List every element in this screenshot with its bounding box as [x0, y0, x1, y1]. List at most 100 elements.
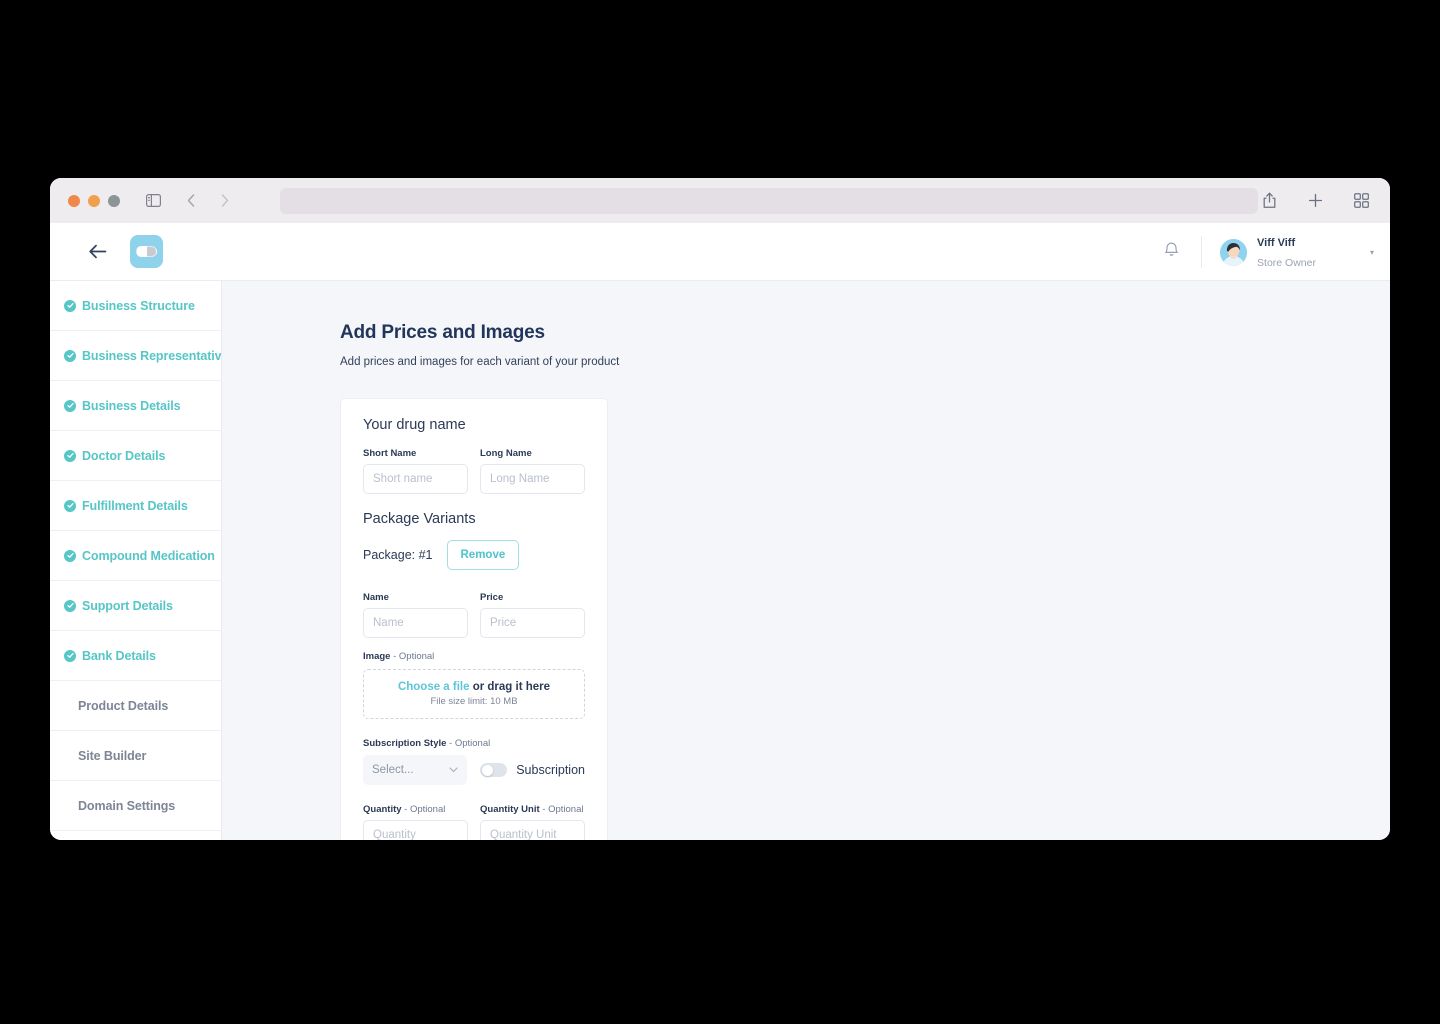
sidebar-item-label: Compound Medication — [82, 548, 215, 563]
variant-name-input[interactable] — [363, 608, 468, 638]
check-circle-icon — [64, 499, 76, 512]
package-variants-title: Package Variants — [363, 511, 476, 527]
image-dropzone[interactable]: Choose a file or drag it here File size … — [363, 669, 585, 719]
user-menu[interactable]: Viff Viff Store Owner ▾ — [1202, 232, 1390, 272]
sidebar-item-site-builder[interactable]: Site Builder — [50, 731, 221, 781]
sidebar-item-compound-medication[interactable]: Compound Medication — [50, 531, 221, 581]
sidebar-item-product-details[interactable]: Product Details — [50, 681, 221, 731]
sidebar-item-business-representative[interactable]: Business Representative — [50, 331, 221, 381]
sidebar-item-label: Product Details — [78, 698, 169, 713]
subscription-toggle[interactable] — [480, 763, 508, 777]
page-title: Add Prices and Images — [340, 322, 545, 343]
pill-icon — [136, 246, 157, 257]
drug-name-row: Short Name Long Name — [363, 448, 585, 494]
variant-price-field: Price — [480, 592, 585, 638]
sidebar-item-domain-settings[interactable]: Domain Settings — [50, 781, 221, 831]
variant-price-label: Price — [480, 592, 504, 603]
tab-overview-icon[interactable] — [1348, 188, 1374, 214]
package-row: Package: #1 Remove — [363, 540, 585, 570]
long-name-field: Long Name — [480, 448, 585, 494]
back-button[interactable] — [88, 244, 107, 259]
check-circle-icon — [64, 649, 76, 662]
check-circle-icon — [64, 399, 76, 412]
app-body: Business Structure Business Representativ… — [50, 281, 1390, 840]
subscription-style-label: Subscription Style - Optional — [363, 738, 491, 749]
subscription-style-value: Select... — [372, 764, 414, 776]
quantity-input[interactable] — [363, 820, 468, 840]
dropzone-text: Choose a file or drag it here — [397, 681, 551, 693]
name-price-row: Name Price — [363, 592, 585, 638]
forward-chevron-icon[interactable] — [212, 188, 238, 214]
check-circle-icon — [64, 299, 76, 312]
avatar — [1220, 238, 1248, 266]
sidebar-item-bank-details[interactable]: Bank Details — [50, 631, 221, 681]
sidebar-item-label: Doctor Details — [82, 448, 166, 463]
app-header-actions: Viff Viff Store Owner ▾ — [1142, 223, 1390, 281]
sidebar-item-label: Business Representative — [82, 348, 222, 363]
variant-name-label: Name — [363, 592, 389, 603]
address-bar[interactable] — [280, 187, 1258, 214]
window-traffic-lights — [68, 194, 120, 207]
sidebar-item-support-details[interactable]: Support Details — [50, 581, 221, 631]
quantity-unit-input[interactable] — [480, 820, 585, 840]
sidebar-item-business-details[interactable]: Business Details — [50, 381, 221, 431]
variant-name-field: Name — [363, 592, 468, 638]
page-subtitle: Add prices and images for each variant o… — [340, 356, 620, 368]
product-variant-card: Your drug name Short Name Long Name Pack… — [340, 398, 608, 840]
quantity-row: Quantity - Optional Quantity Unit - Opti… — [363, 804, 585, 840]
sidebar-item-doctor-details[interactable]: Doctor Details — [50, 431, 221, 481]
choose-file-link[interactable]: Choose a file — [398, 681, 470, 693]
remove-package-button[interactable]: Remove — [446, 540, 520, 570]
image-label: Image - Optional — [363, 651, 435, 662]
user-name: Viff Viff — [1257, 237, 1296, 249]
app-header: Viff Viff Store Owner ▾ — [50, 223, 1390, 281]
quantity-unit-label: Quantity Unit - Optional — [480, 804, 584, 815]
browser-nav-arrows — [178, 188, 238, 214]
sidebar-item-label: Business Structure — [82, 298, 195, 313]
sidebar-item-label: Domain Settings — [78, 798, 176, 813]
long-name-label: Long Name — [480, 448, 532, 459]
close-window-button[interactable] — [68, 194, 80, 207]
subscription-toggle-wrap: Subscription — [480, 763, 585, 777]
share-icon[interactable] — [1256, 188, 1282, 214]
user-info: Viff Viff Store Owner — [1257, 232, 1316, 272]
variant-price-input[interactable] — [480, 608, 585, 638]
check-circle-icon — [64, 349, 76, 362]
subscription-toggle-label: Subscription — [516, 763, 585, 777]
sidebar-item-business-structure[interactable]: Business Structure — [50, 281, 221, 331]
pharmacy-logo[interactable] — [130, 235, 163, 268]
toggle-knob — [481, 764, 493, 776]
sidebar-item-label: Bank Details — [82, 648, 156, 663]
quantity-label: Quantity - Optional — [363, 804, 446, 815]
image-field: Image - Optional Choose a file or drag i… — [363, 651, 585, 719]
plus-icon[interactable] — [1302, 188, 1328, 214]
quantity-unit-field: Quantity Unit - Optional — [480, 804, 585, 840]
sidebar-nav: Business Structure Business Representativ… — [50, 281, 222, 840]
browser-titlebar — [50, 178, 1390, 223]
main-content: Add Prices and Images Add prices and ima… — [222, 281, 1390, 840]
sidebar-item-label: Site Builder — [78, 748, 147, 763]
check-circle-icon — [64, 599, 76, 612]
subscription-style-field: Subscription Style - Optional Select... … — [363, 738, 585, 785]
card-title: Your drug name — [363, 417, 466, 433]
long-name-input[interactable] — [480, 464, 585, 494]
short-name-input[interactable] — [363, 464, 468, 494]
chevron-down-icon — [449, 765, 458, 775]
sidebar-item-label: Support Details — [82, 598, 173, 613]
subscription-style-row: Select... Subscription — [363, 755, 585, 785]
short-name-label: Short Name — [363, 448, 417, 459]
browser-window: Viff Viff Store Owner ▾ Business Structu… — [50, 178, 1390, 840]
back-chevron-icon[interactable] — [178, 188, 204, 214]
file-size-limit: File size limit: 10 MB — [430, 696, 518, 707]
bell-icon[interactable] — [1142, 241, 1201, 263]
subscription-style-select[interactable]: Select... — [363, 755, 468, 785]
user-role: Store Owner — [1257, 257, 1316, 269]
minimize-window-button[interactable] — [88, 194, 100, 207]
check-circle-icon — [64, 449, 76, 462]
sidebar-item-fulfillment-details[interactable]: Fulfillment Details — [50, 481, 221, 531]
maximize-window-button[interactable] — [108, 194, 120, 207]
sidebar-toggle-icon[interactable] — [140, 188, 166, 214]
check-circle-icon — [64, 549, 76, 562]
chevron-down-icon[interactable]: ▾ — [1370, 248, 1374, 257]
quantity-field: Quantity - Optional — [363, 804, 468, 840]
